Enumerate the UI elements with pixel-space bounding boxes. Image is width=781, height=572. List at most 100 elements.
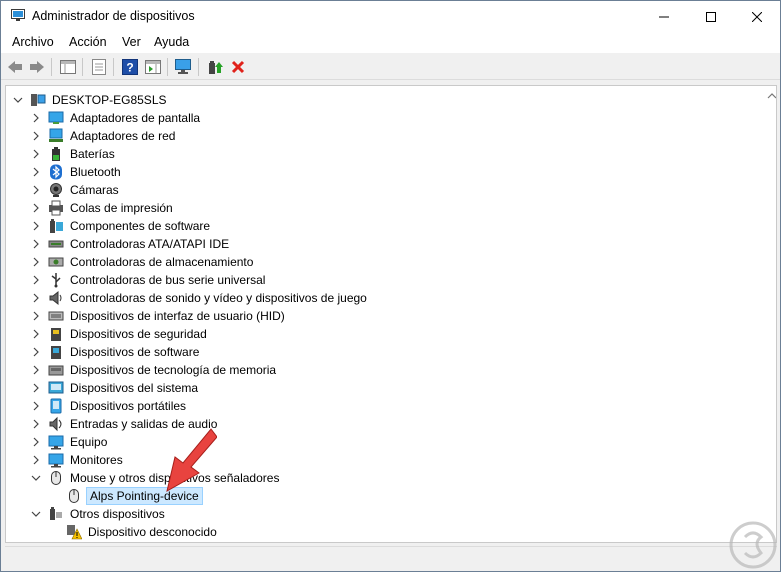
category-label: Dispositivos de tecnología de memoria	[70, 363, 277, 377]
category-label: Dispositivos de software	[70, 345, 200, 359]
chevron-right-icon[interactable]	[30, 454, 42, 466]
chevron-right-icon[interactable]	[30, 418, 42, 430]
chevron-right-icon[interactable]	[30, 238, 42, 250]
tree-category[interactable]: Dispositivos del sistema	[30, 379, 200, 397]
action-pane-button[interactable]	[143, 57, 163, 77]
maximize-icon	[706, 11, 716, 22]
tree-category[interactable]: Dispositivos de seguridad	[30, 325, 209, 343]
tree-category[interactable]: Monitores	[30, 451, 125, 469]
menu-ver[interactable]: Ver	[121, 35, 142, 49]
ide-controller-icon	[48, 236, 64, 252]
security-device-icon	[48, 326, 64, 342]
chevron-right-icon[interactable]	[30, 400, 42, 412]
chevron-right-icon[interactable]	[30, 328, 42, 340]
device-tree[interactable]: DESKTOP-EG85SLS Adaptadores de pantalla A…	[5, 85, 777, 543]
help-icon: ?	[122, 59, 138, 75]
chevron-right-icon[interactable]	[30, 130, 42, 142]
tree-category[interactable]: Dispositivos de software	[30, 343, 201, 361]
title-bar[interactable]: Administrador de dispositivos	[1, 1, 780, 32]
chevron-right-icon[interactable]	[30, 292, 42, 304]
category-label: Dispositivos de interfaz de usuario (HID…	[70, 309, 285, 323]
chevron-right-icon[interactable]	[30, 148, 42, 160]
computer-icon	[48, 434, 64, 450]
category-label: Controladoras de almacenamiento	[70, 255, 254, 269]
chevron-right-icon[interactable]	[30, 256, 42, 268]
chevron-right-icon[interactable]	[30, 382, 42, 394]
menu-bar: Archivo Acción Ver Ayuda	[1, 32, 780, 53]
tree-category[interactable]: Controladoras de bus serie universal	[30, 271, 267, 289]
category-label: Controladoras ATA/ATAPI IDE	[70, 237, 230, 251]
tree-category[interactable]: Equipo	[30, 433, 109, 451]
vertical-scrollbar[interactable]	[766, 86, 776, 542]
chevron-right-icon[interactable]	[30, 346, 42, 358]
menu-accion[interactable]: Acción	[68, 35, 108, 49]
chevron-right-icon[interactable]	[30, 310, 42, 322]
tree-root[interactable]: DESKTOP-EG85SLS	[12, 91, 169, 109]
tree-category[interactable]: Dispositivos de interfaz de usuario (HID…	[30, 307, 287, 325]
menu-archivo[interactable]: Archivo	[11, 35, 55, 49]
chevron-down-icon[interactable]	[30, 472, 42, 484]
forward-button[interactable]	[27, 57, 47, 77]
tree-category[interactable]: Bluetooth	[30, 163, 123, 181]
update-driver-icon	[209, 61, 223, 74]
menu-ayuda[interactable]: Ayuda	[153, 35, 190, 49]
display-adapter-icon	[48, 110, 64, 126]
status-bar	[5, 546, 777, 570]
annotation-arrow-icon	[166, 428, 217, 492]
category-label: Colas de impresión	[70, 201, 173, 215]
chevron-right-icon[interactable]	[30, 274, 42, 286]
mouse-icon	[48, 470, 64, 486]
back-button[interactable]	[5, 57, 25, 77]
tree-category[interactable]: Colas de impresión	[30, 199, 175, 217]
chevron-down-icon[interactable]	[12, 94, 24, 106]
tree-device-unknown[interactable]: Dispositivo desconocido	[66, 523, 219, 541]
tree-category[interactable]: Controladoras de sonido y vídeo y dispos…	[30, 289, 369, 307]
minimize-button[interactable]	[641, 1, 687, 32]
chevron-right-icon[interactable]	[30, 220, 42, 232]
help-button[interactable]: ?	[120, 57, 140, 77]
update-driver-button[interactable]	[205, 57, 225, 77]
scan-hardware-button[interactable]	[174, 57, 194, 77]
tree-category[interactable]: Adaptadores de red	[30, 127, 177, 145]
chevron-right-icon[interactable]	[30, 184, 42, 196]
uninstall-button[interactable]	[228, 57, 248, 77]
monitor-icon	[48, 452, 64, 468]
audio-io-icon	[48, 416, 64, 432]
scan-monitor-icon	[175, 59, 191, 74]
chevron-right-icon[interactable]	[30, 112, 42, 124]
console-tree-button[interactable]	[58, 57, 78, 77]
tree-category[interactable]: Dispositivos portátiles	[30, 397, 188, 415]
speaker-icon	[48, 290, 64, 306]
camera-icon	[48, 182, 64, 198]
tree-category[interactable]: Cámaras	[30, 181, 121, 199]
category-label: Adaptadores de red	[70, 129, 176, 143]
maximize-button[interactable]	[688, 1, 734, 32]
device-manager-icon	[11, 9, 25, 21]
close-button[interactable]	[734, 1, 780, 32]
tree-category[interactable]: Controladoras de almacenamiento	[30, 253, 255, 271]
tree-category[interactable]: Dispositivos de tecnología de memoria	[30, 361, 278, 379]
tree-category[interactable]: Controladoras ATA/ATAPI IDE	[30, 235, 231, 253]
chevron-down-icon[interactable]	[30, 508, 42, 520]
scroll-up-icon[interactable]	[767, 90, 777, 102]
mouse-icon	[66, 488, 82, 504]
tree-category-other[interactable]: Otros dispositivos	[30, 505, 167, 523]
tree-category[interactable]: Adaptadores de pantalla	[30, 109, 202, 127]
chevron-right-icon[interactable]	[30, 202, 42, 214]
properties-button[interactable]	[89, 57, 109, 77]
category-label: Adaptadores de pantalla	[70, 111, 201, 125]
chevron-right-icon[interactable]	[30, 436, 42, 448]
memory-technology-icon	[48, 362, 64, 378]
category-label: Otros dispositivos	[70, 507, 165, 521]
category-label: Controladoras de sonido y vídeo y dispos…	[70, 291, 367, 305]
properties-icon	[92, 59, 106, 75]
tree-category[interactable]: Componentes de software	[30, 217, 212, 235]
chevron-right-icon[interactable]	[30, 364, 42, 376]
category-label: Componentes de software	[70, 219, 211, 233]
root-computer-label: DESKTOP-EG85SLS	[52, 93, 167, 107]
tree-category[interactable]: Baterías	[30, 145, 117, 163]
category-label: Dispositivos del sistema	[70, 381, 199, 395]
category-label: Bluetooth	[70, 165, 121, 179]
chevron-right-icon[interactable]	[30, 166, 42, 178]
tree-category-mouse[interactable]: Mouse y otros dispositivos señaladores	[30, 469, 281, 487]
